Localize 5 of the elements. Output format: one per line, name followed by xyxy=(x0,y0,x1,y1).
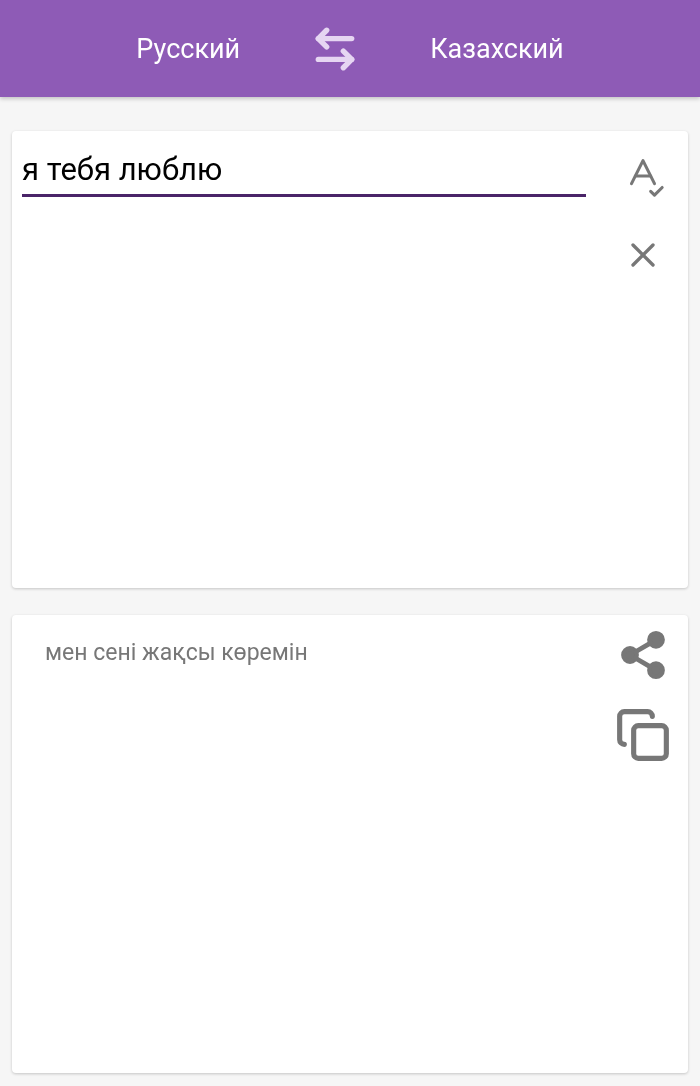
input-field[interactable]: я тебя люблю xyxy=(22,151,586,197)
copy-icon[interactable] xyxy=(615,707,671,763)
translation-text: мен сені жақсы көремін xyxy=(45,639,309,666)
target-language-button[interactable]: Казахский xyxy=(430,32,564,65)
source-language-button[interactable]: Русский xyxy=(136,32,241,65)
